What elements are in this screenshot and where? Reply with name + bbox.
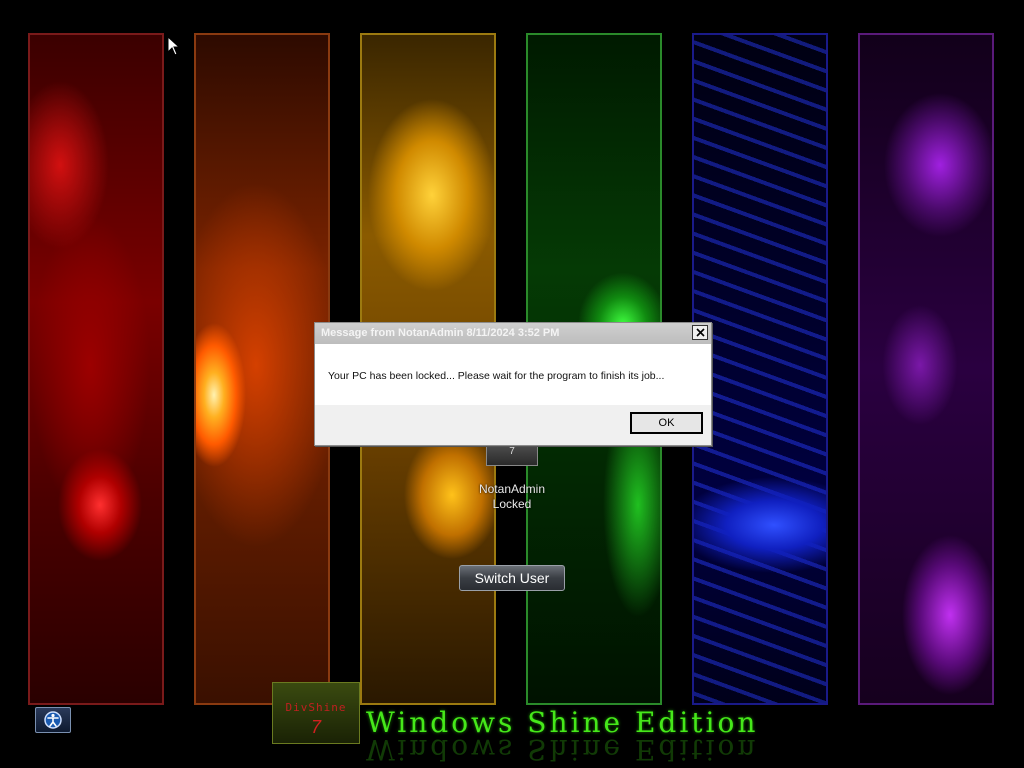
logo-text: DivShine [285,701,347,714]
wallpaper-panel-purple [858,33,994,705]
wallpaper-panel-blue [692,33,828,705]
message-dialog: Message from NotanAdmin 8/11/2024 3:52 P… [314,322,712,446]
edition-title-reflection: Windows Shine Edition [366,736,759,766]
ok-button[interactable]: OK [630,412,703,434]
edition-title: Windows Shine Edition [366,706,759,739]
divshine-logo: DivShine 7 [272,682,360,744]
dialog-title: Message from NotanAdmin 8/11/2024 3:52 P… [321,327,560,339]
user-name: NotanAdmin [478,482,546,496]
mouse-cursor-icon [167,36,181,56]
user-avatar-number: 7 [509,446,515,457]
wallpaper-panel-orange [194,33,330,705]
dialog-title-bar[interactable]: Message from NotanAdmin 8/11/2024 3:52 P… [315,323,711,344]
ease-of-access-icon [44,711,62,729]
close-icon [695,328,705,337]
logo-number: 7 [310,717,321,737]
dialog-message: Your PC has been locked... Please wait f… [328,370,665,382]
switch-user-button[interactable]: Switch User [459,565,565,591]
ease-of-access-button[interactable] [35,707,71,733]
dialog-body: Your PC has been locked... Please wait f… [315,344,711,405]
dialog-close-button[interactable] [692,325,708,340]
user-status: Locked [492,497,532,511]
wallpaper-panel-red [28,33,164,705]
